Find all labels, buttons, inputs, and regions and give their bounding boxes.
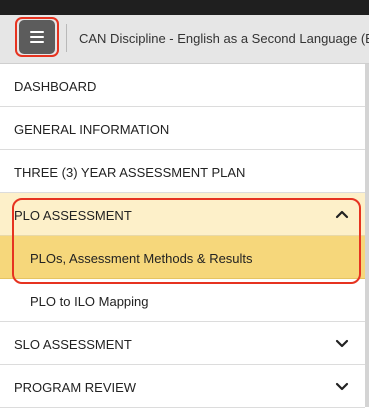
sidebar-item-plo-assessment[interactable]: PLO ASSESSMENT [0, 193, 365, 236]
sidebar-item-label: GENERAL INFORMATION [14, 122, 170, 137]
top-bar: CAN Discipline - English as a Second Lan… [0, 15, 369, 64]
course-title: CAN Discipline - English as a Second Lan… [79, 31, 369, 46]
sidebar-item-label: THREE (3) YEAR ASSESSMENT PLAN [14, 165, 246, 180]
sidebar-item-label: PLO ASSESSMENT [14, 208, 132, 223]
hamburger-menu-icon [30, 31, 44, 33]
sidebar-subitem-plos-assessment-methods-results[interactable]: PLOs, Assessment Methods & Results [0, 236, 365, 279]
sidebar-item-label: DASHBOARD [14, 79, 97, 94]
sidebar-item-three-year-assessment-plan[interactable]: THREE (3) YEAR ASSESSMENT PLAN [0, 150, 365, 193]
sidebar-item-label: PLO to ILO Mapping [30, 294, 149, 309]
hamburger-menu-icon-bar [30, 36, 44, 38]
sidebar-item-program-review[interactable]: PROGRAM REVIEW [0, 365, 365, 408]
sidebar-item-label: SLO ASSESSMENT [14, 337, 132, 352]
title-divider [66, 24, 67, 52]
content-edge [365, 64, 369, 407]
sidebar-subitem-plo-to-ilo-mapping[interactable]: PLO to ILO Mapping [0, 279, 365, 322]
sidebar-item-slo-assessment[interactable]: SLO ASSESSMENT [0, 322, 365, 365]
window-top-strip [0, 0, 369, 15]
chevron-down-icon[interactable] [335, 337, 349, 349]
sidebar-item-label: PROGRAM REVIEW [14, 380, 137, 395]
hamburger-menu-icon-bar [30, 41, 44, 43]
hamburger-menu-button[interactable] [19, 20, 55, 54]
sidebar-item-general-information[interactable]: GENERAL INFORMATION [0, 107, 365, 150]
sidebar-item-dashboard[interactable]: DASHBOARD [0, 64, 365, 107]
sidebar-item-label: PLOs, Assessment Methods & Results [30, 251, 253, 266]
chevron-up-icon[interactable] [335, 208, 349, 220]
sidebar-nav: DASHBOARD GENERAL INFORMATION THREE (3) … [0, 64, 365, 408]
chevron-down-icon[interactable] [335, 380, 349, 392]
